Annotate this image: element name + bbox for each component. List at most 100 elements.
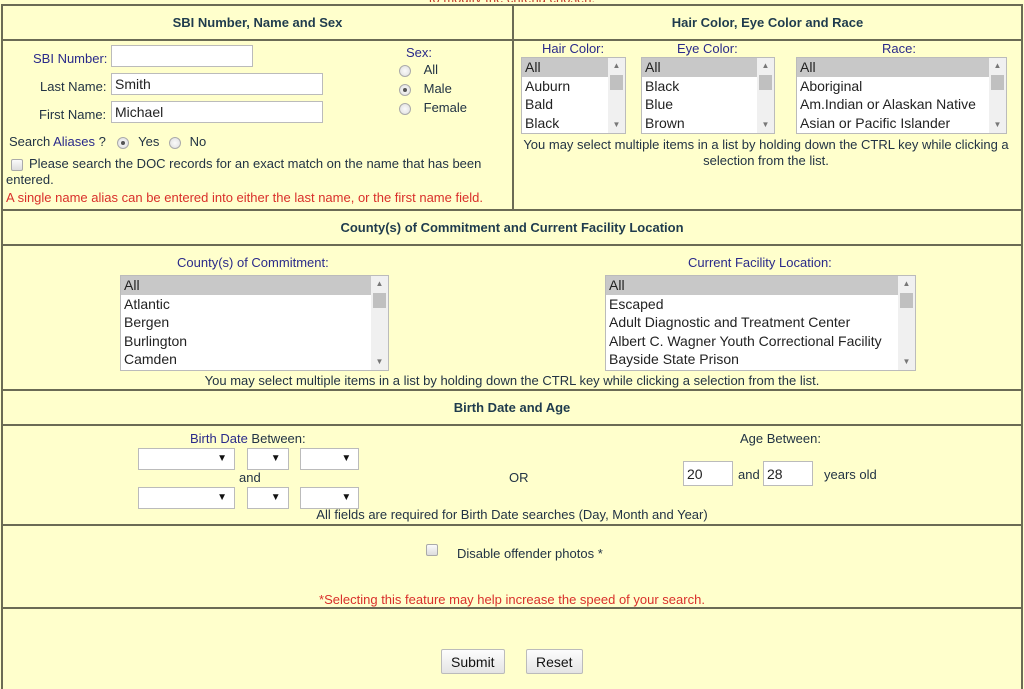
section-header-county-facility: County(s) of Commitment and Current Faci… (3, 211, 1021, 246)
radio-icon[interactable] (399, 102, 411, 115)
scroll-up-icon[interactable]: ▲ (757, 58, 774, 74)
county-list[interactable]: All Atlantic Bergen Burlington Camden ▲ ▼ (120, 275, 389, 371)
sex-label: Sex: (406, 45, 433, 60)
row-body-1: SBI Number: Last Name: First Name: Sex: … (3, 41, 1021, 211)
or-label: OR (509, 470, 529, 485)
birth-date-to (138, 487, 360, 509)
disable-photos-label: Disable offender photos * (457, 546, 603, 561)
first-name-label: First Name: (39, 107, 107, 122)
eye-color-label: Eye Color: (677, 41, 738, 56)
list-option[interactable]: All (606, 276, 915, 295)
list-option[interactable]: Brown (642, 114, 774, 133)
last-name-input[interactable] (111, 73, 323, 95)
name-sex-panel: SBI Number: Last Name: First Name: Sex: … (3, 41, 514, 209)
scroll-up-icon[interactable]: ▲ (898, 276, 915, 292)
to-year-select[interactable] (300, 487, 360, 509)
race-label: Race: (882, 41, 916, 56)
buttons-panel: Submit Reset (3, 609, 1021, 689)
reset-button[interactable]: Reset (526, 649, 583, 674)
sbi-number-input[interactable] (111, 45, 253, 67)
section-header-hair-eye-race: Hair Color, Eye Color and Race (671, 15, 864, 30)
facility-label: Current Facility Location: (688, 255, 832, 270)
age-to-input[interactable] (763, 461, 813, 486)
sex-option-female[interactable]: Female (399, 100, 467, 115)
list-option[interactable]: Bergen (121, 313, 388, 332)
facility-list[interactable]: All Escaped Adult Diagnostic and Treatment… (605, 275, 916, 371)
from-year-select[interactable] (300, 448, 360, 470)
hair-eye-race-panel: Hair Color: All Auburn Bald Black ▲ ▼ Eye Co… (514, 41, 1021, 209)
list-option[interactable]: All (642, 58, 774, 77)
search-aliases-row: Search Aliases ? Yes No (9, 134, 207, 149)
scroll-down-icon[interactable]: ▼ (371, 354, 388, 370)
list-option[interactable]: Adult Diagnostic and Treatment Center (606, 313, 915, 332)
aliases-link[interactable]: Aliases (53, 134, 95, 149)
scrollbar[interactable]: ▲ ▼ (898, 276, 915, 370)
submit-button[interactable]: Submit (441, 649, 505, 674)
section-header-birth-age: Birth Date and Age (3, 391, 1021, 426)
to-month-select[interactable] (138, 487, 235, 509)
list-option[interactable]: Black (642, 77, 774, 96)
exact-match-row: Please search the DOC records for an exa… (6, 156, 501, 188)
scroll-thumb[interactable] (900, 293, 913, 308)
scroll-down-icon[interactable]: ▼ (989, 117, 1006, 133)
hair-color-list[interactable]: All Auburn Bald Black ▲ ▼ (521, 57, 626, 134)
scroll-thumb[interactable] (759, 75, 772, 90)
list-option[interactable]: Aboriginal (797, 77, 1006, 96)
multi-select-note: You may select multiple items in a list … (523, 137, 1009, 168)
county-facility-panel: County(s) of Commitment: All Atlantic Berg… (3, 246, 1021, 391)
list-option[interactable]: All (797, 58, 1006, 77)
to-day-select[interactable] (246, 487, 289, 509)
sex-option-all[interactable]: All (399, 62, 438, 77)
scrollbar[interactable]: ▲ ▼ (989, 58, 1006, 133)
eye-color-list[interactable]: All Black Blue Brown ▲ ▼ (641, 57, 775, 134)
first-name-input[interactable] (111, 101, 323, 123)
scrollbar[interactable]: ▲ ▼ (757, 58, 774, 133)
aliases-no-radio[interactable] (168, 136, 181, 149)
list-option[interactable]: Am.Indian or Alaskan Native (797, 95, 1006, 114)
scroll-thumb[interactable] (610, 75, 623, 90)
disable-photos-checkbox[interactable] (426, 544, 438, 556)
photos-panel: Disable offender photos * *Selecting thi… (3, 526, 1021, 609)
list-option[interactable]: Bayside State Prison (606, 350, 915, 369)
list-option[interactable]: Asian or Pacific Islander (797, 114, 1006, 133)
age-and-label: and (738, 467, 760, 482)
scrollbar[interactable]: ▲ ▼ (371, 276, 388, 370)
list-option[interactable]: Blue (642, 95, 774, 114)
birth-date-required-note: All fields are required for Birth Date s… (316, 507, 708, 522)
list-option[interactable]: All (121, 276, 388, 295)
aliases-yes-radio[interactable] (117, 136, 130, 149)
from-day-select[interactable] (246, 448, 289, 470)
top-note: to modify the criteria chosen. (0, 0, 1024, 2)
scroll-up-icon[interactable]: ▲ (989, 58, 1006, 74)
age-from-input[interactable] (683, 461, 733, 486)
list-option[interactable]: Escaped (606, 295, 915, 314)
row-headers-1: SBI Number, Name and Sex Hair Color, Eye… (3, 6, 1021, 41)
scroll-thumb[interactable] (991, 75, 1004, 90)
radio-icon[interactable] (399, 64, 411, 77)
list-option[interactable]: Atlantic (121, 295, 388, 314)
scroll-down-icon[interactable]: ▼ (608, 117, 625, 133)
scrollbar[interactable]: ▲ ▼ (608, 58, 625, 133)
sex-option-male[interactable]: Male (399, 81, 452, 96)
scroll-down-icon[interactable]: ▼ (898, 354, 915, 370)
section-header-name-sex: SBI Number, Name and Sex (3, 6, 514, 39)
exact-match-checkbox[interactable] (11, 158, 23, 171)
and-label: and (239, 470, 261, 485)
from-month-select[interactable] (138, 448, 235, 470)
scroll-up-icon[interactable]: ▲ (371, 276, 388, 292)
search-form: SBI Number, Name and Sex Hair Color, Eye… (1, 4, 1023, 689)
birth-age-panel: Birth Date Between: and OR Age Between: … (3, 426, 1021, 526)
list-option[interactable]: Camden (121, 350, 388, 369)
radio-selected-icon[interactable] (399, 83, 411, 96)
scroll-down-icon[interactable]: ▼ (757, 117, 774, 133)
list-option[interactable]: Albert C. Wagner Youth Correctional Faci… (606, 332, 915, 351)
scroll-up-icon[interactable]: ▲ (608, 58, 625, 74)
birth-date-label: Birth Date Between: (190, 431, 306, 446)
race-list[interactable]: All Aboriginal Am.Indian or Alaskan Native… (796, 57, 1007, 134)
scroll-thumb[interactable] (373, 293, 386, 308)
alias-note: A single name alias can be entered into … (6, 190, 483, 205)
list-option[interactable]: Burlington (121, 332, 388, 351)
hair-color-label: Hair Color: (542, 41, 605, 56)
sbi-number-label: SBI Number: (33, 51, 108, 66)
birth-date-from (138, 448, 360, 470)
